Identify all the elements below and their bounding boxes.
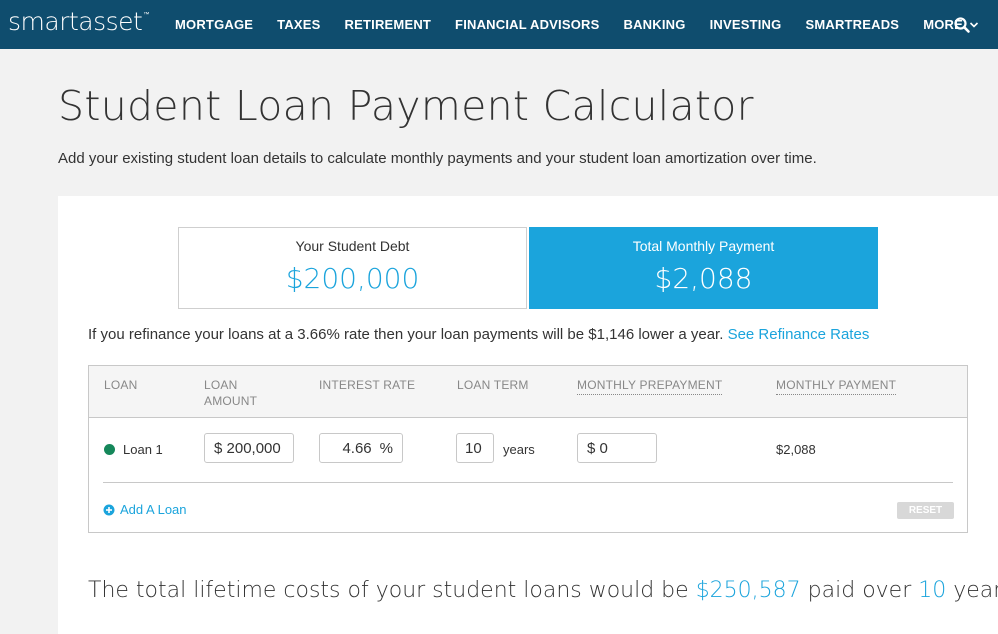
page-title: Student Loan Payment Calculator bbox=[58, 82, 754, 130]
monthly-payment-label: Total Monthly Payment bbox=[632, 238, 775, 254]
nav-item-smartreads[interactable]: SMARTREADS bbox=[793, 17, 911, 32]
monthly-payment-value: $2,088 bbox=[654, 262, 753, 295]
lifetime-years: 10 bbox=[918, 578, 947, 603]
plus-circle-icon bbox=[103, 504, 115, 515]
add-loan-label: Add A Loan bbox=[120, 502, 187, 517]
table-header: LOAN LOAN AMOUNT INTEREST RATE LOAN TERM… bbox=[89, 366, 967, 418]
header-interest-rate: INTEREST RATE bbox=[319, 378, 416, 392]
loan-name: Loan 1 bbox=[123, 442, 163, 457]
nav-item-taxes[interactable]: TAXES bbox=[265, 17, 332, 32]
refinance-message: If you refinance your loans at a 3.66% r… bbox=[88, 326, 869, 343]
monthly-prepayment-input[interactable]: $ 0 bbox=[577, 433, 657, 463]
calculator-card: Your Student Debt $200,000 Total Monthly… bbox=[58, 196, 998, 634]
summary-boxes: Your Student Debt $200,000 Total Monthly… bbox=[178, 227, 878, 309]
student-debt-label: Your Student Debt bbox=[295, 238, 410, 254]
nav-item-investing[interactable]: INVESTING bbox=[698, 17, 794, 32]
monthly-payment-cell: $2,088 bbox=[776, 442, 816, 457]
nav-item-banking[interactable]: BANKING bbox=[612, 17, 698, 32]
header-loan-amount: LOAN AMOUNT bbox=[204, 378, 258, 408]
add-loan-button[interactable]: Add A Loan bbox=[103, 502, 187, 517]
nav-item-more[interactable]: MORE bbox=[911, 17, 991, 32]
nav-item-retirement[interactable]: RETIREMENT bbox=[333, 17, 444, 32]
loan-term-unit: years bbox=[503, 442, 535, 457]
header-monthly-payment[interactable]: MONTHLY PAYMENT bbox=[776, 377, 897, 395]
nav-menu: MORTGAGE TAXES RETIREMENT FINANCIAL ADVI… bbox=[163, 0, 991, 49]
header-loan-term: LOAN TERM bbox=[457, 378, 529, 392]
nav-item-financial-advisors[interactable]: FINANCIAL ADVISORS bbox=[443, 17, 611, 32]
student-debt-value: $200,000 bbox=[285, 262, 420, 295]
interest-rate-input[interactable]: 4.66% bbox=[319, 433, 403, 463]
smartasset-logo[interactable]: smartasset™ bbox=[8, 7, 149, 36]
table-divider bbox=[103, 482, 953, 483]
refinance-text: If you refinance your loans at a 3.66% r… bbox=[88, 326, 724, 343]
reset-button[interactable]: RESET bbox=[897, 502, 954, 519]
student-debt-box: Your Student Debt $200,000 bbox=[178, 227, 527, 309]
refinance-rates-link[interactable]: See Refinance Rates bbox=[728, 326, 870, 343]
lifetime-cost-summary: The total lifetime costs of your student… bbox=[88, 578, 998, 603]
loan-amount-input[interactable]: $ 200,000 bbox=[204, 433, 294, 463]
loan-term-input[interactable]: 10 bbox=[456, 433, 494, 463]
loan-table: LOAN LOAN AMOUNT INTEREST RATE LOAN TERM… bbox=[88, 365, 968, 533]
lifetime-total: $250,587 bbox=[695, 578, 801, 603]
table-row: Loan 1 $ 200,000 4.66% 10 years $ 0 $2,0… bbox=[89, 418, 967, 480]
loan-color-dot bbox=[104, 444, 115, 455]
nav-item-mortgage[interactable]: MORTGAGE bbox=[163, 17, 265, 32]
page-subtitle: Add your existing student loan details t… bbox=[58, 150, 817, 167]
monthly-payment-box: Total Monthly Payment $2,088 bbox=[529, 227, 878, 309]
search-icon[interactable] bbox=[953, 16, 971, 34]
header-monthly-prepayment[interactable]: MONTHLY PREPAYMENT bbox=[577, 377, 723, 395]
top-nav: smartasset™ MORTGAGE TAXES RETIREMENT FI… bbox=[0, 0, 998, 49]
header-loan: LOAN bbox=[104, 378, 138, 392]
